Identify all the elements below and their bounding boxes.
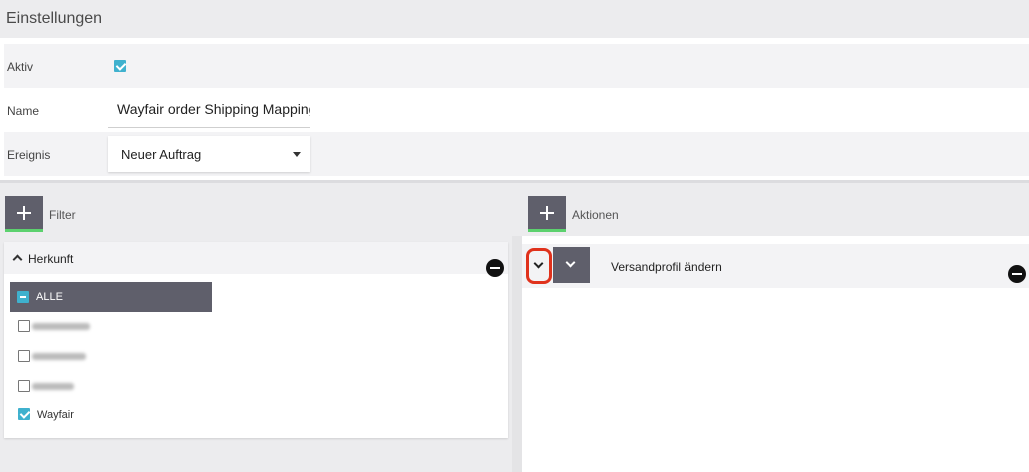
herkunft-header[interactable]: Herkunft — [4, 242, 508, 274]
redacted-label — [32, 323, 90, 330]
option-label-wayfair: Wayfair — [37, 409, 74, 421]
aktiv-checkbox[interactable] — [114, 60, 126, 72]
add-filter-button[interactable] — [5, 196, 43, 232]
redacted-label — [32, 353, 86, 360]
select-all-checkbox[interactable] — [17, 291, 29, 303]
option-checkbox[interactable] — [18, 380, 30, 392]
filter-panel: Herkunft ALLE Wayfair — [4, 242, 508, 438]
action-toggle-button[interactable] — [553, 247, 590, 283]
option-checkbox[interactable] — [18, 320, 30, 332]
action-row: Versandprofil ändern — [522, 244, 1029, 288]
remove-action-icon[interactable] — [1008, 265, 1026, 283]
action-label: Versandprofil ändern — [611, 260, 722, 274]
title-bar: Einstellungen — [0, 0, 1029, 38]
ereignis-label: Ereignis — [7, 148, 51, 162]
ereignis-row: Ereignis Neuer Auftrag — [4, 132, 1029, 176]
dropdown-caret-icon — [293, 152, 301, 157]
chevron-down-icon[interactable] — [533, 258, 544, 269]
name-label: Name — [7, 104, 40, 118]
option-checkbox[interactable] — [18, 350, 30, 362]
chevron-up-icon[interactable] — [12, 254, 23, 265]
aktiv-label: Aktiv — [7, 60, 34, 74]
ereignis-selected-value: Neuer Auftrag — [121, 147, 202, 162]
page-title: Einstellungen — [6, 10, 103, 27]
expand-highlight-button[interactable] — [526, 248, 552, 284]
aktiv-row: Aktiv — [4, 44, 1029, 88]
settings-panel: Aktiv Name Wayfair order Shipping Mappin… — [0, 38, 1029, 180]
filter-section-label: Filter — [49, 208, 76, 222]
name-input[interactable]: Wayfair order Shipping Mapping — [108, 92, 310, 128]
redacted-label — [32, 383, 74, 390]
option-checkbox[interactable] — [18, 408, 30, 420]
select-all-label: ALLE — [36, 291, 63, 303]
actions-section-label: Aktionen — [572, 208, 619, 222]
select-all-row[interactable]: ALLE — [10, 282, 212, 312]
panel-gap — [512, 236, 522, 472]
name-row: Name Wayfair order Shipping Mapping — [4, 88, 1029, 132]
add-action-button[interactable] — [528, 196, 566, 232]
section-divider — [0, 180, 1029, 183]
chevron-down-icon — [565, 257, 576, 268]
herkunft-title: Herkunft — [28, 252, 74, 266]
actions-panel: Versandprofil ändern — [522, 236, 1029, 472]
ereignis-select[interactable]: Neuer Auftrag — [108, 136, 310, 172]
remove-filter-icon[interactable] — [486, 259, 504, 277]
